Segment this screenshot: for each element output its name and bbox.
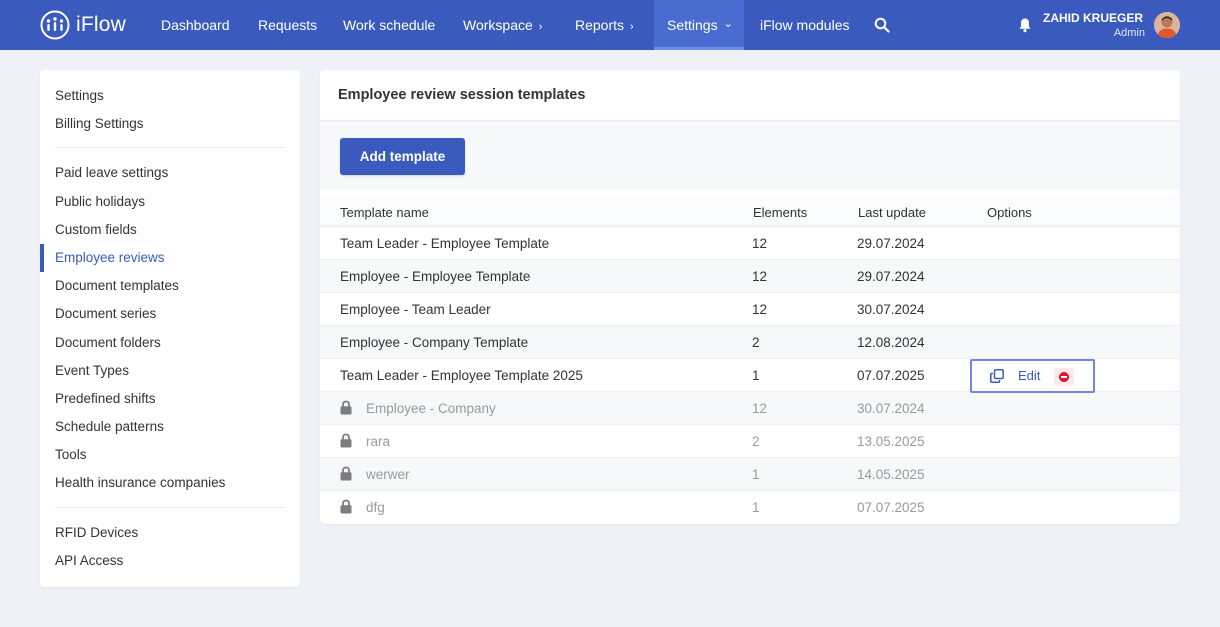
nav-label: Requests xyxy=(258,17,318,33)
sidebar-item-paid-leave-settings[interactable]: Paid leave settings xyxy=(55,161,168,185)
last-update: 07.07.2025 xyxy=(857,500,925,515)
table-row[interactable]: Employee - Employee Template 12 29.07.20… xyxy=(320,260,1180,293)
user-role: Admin xyxy=(1113,27,1145,39)
last-update: 30.07.2024 xyxy=(857,401,925,416)
elements-count: 1 xyxy=(752,368,760,383)
last-update: 13.05.2025 xyxy=(857,434,925,449)
template-name[interactable]: Team Leader - Employee Template 2025 xyxy=(340,368,583,383)
sidebar-item-health-insurance-companies[interactable]: Health insurance companies xyxy=(55,471,225,495)
nav-iflow-modules[interactable]: iFlow modules xyxy=(760,0,849,50)
sidebar-item-billing-settings[interactable]: Billing Settings xyxy=(55,112,144,136)
user-name[interactable]: ZAHID KRUEGER xyxy=(1043,11,1143,25)
delete-icon[interactable] xyxy=(1054,368,1074,386)
edit-button[interactable]: Edit xyxy=(1018,368,1040,383)
template-name: werwer xyxy=(366,467,410,482)
nav-label: Work schedule xyxy=(343,17,436,33)
column-header-options: Options xyxy=(987,205,1032,220)
elements-count: 1 xyxy=(752,467,760,482)
add-template-button[interactable]: Add template xyxy=(340,138,465,175)
sidebar-divider xyxy=(55,507,284,508)
column-header-last-update[interactable]: Last update xyxy=(858,205,926,220)
table-row[interactable]: Employee - Team Leader 12 30.07.2024 xyxy=(320,293,1180,326)
last-update: 07.07.2025 xyxy=(857,368,925,383)
last-update: 29.07.2024 xyxy=(857,269,925,284)
lock-icon xyxy=(340,466,352,481)
template-name: rara xyxy=(366,434,391,449)
elements-count: 12 xyxy=(752,401,768,416)
sidebar-item-document-folders[interactable]: Document folders xyxy=(55,331,161,355)
elements-count: 12 xyxy=(752,236,768,251)
bell-icon[interactable] xyxy=(1018,17,1032,33)
table-row[interactable]: Employee - Company Template 2 12.08.2024 xyxy=(320,326,1180,359)
table-row-locked[interactable]: werwer 1 14.05.2025 xyxy=(320,458,1180,491)
search-icon[interactable] xyxy=(874,17,890,33)
sidebar-item-settings[interactable]: Settings xyxy=(55,84,104,108)
sidebar-item-event-types[interactable]: Event Types xyxy=(55,359,129,383)
nav-label: Settings xyxy=(667,17,718,33)
row-options: Edit xyxy=(970,359,1095,393)
app-name: iFlow xyxy=(76,13,127,36)
nav-settings[interactable]: Settings ⌄ xyxy=(654,0,744,50)
sidebar-item-predefined-shifts[interactable]: Predefined shifts xyxy=(55,387,156,411)
sidebar-item-document-series[interactable]: Document series xyxy=(55,302,156,326)
nav-reports[interactable]: Reports › xyxy=(575,0,634,50)
app-logo[interactable]: iFlow xyxy=(40,9,126,41)
sidebar-item-tools[interactable]: Tools xyxy=(55,443,87,467)
nav-workspace[interactable]: Workspace › xyxy=(463,0,542,50)
template-name[interactable]: Team Leader - Employee Template xyxy=(340,236,549,251)
nav-work-schedule[interactable]: Work schedule xyxy=(343,0,435,50)
column-header-elements[interactable]: Elements xyxy=(753,205,807,220)
last-update: 12.08.2024 xyxy=(857,335,925,350)
sidebar-item-document-templates[interactable]: Document templates xyxy=(55,274,179,298)
copy-icon[interactable] xyxy=(990,369,1004,383)
last-update: 29.07.2024 xyxy=(857,236,925,251)
sidebar-item-schedule-patterns[interactable]: Schedule patterns xyxy=(55,415,164,439)
chevron-right-icon: › xyxy=(538,21,543,33)
lock-icon xyxy=(340,499,352,514)
templates-card: Employee review session templates Add te… xyxy=(320,70,1180,524)
template-name: Employee - Company xyxy=(366,401,496,416)
table-row-locked[interactable]: Employee - Company 12 30.07.2024 xyxy=(320,392,1180,425)
table-row-locked[interactable]: rara 2 13.05.2025 xyxy=(320,425,1180,458)
elements-count: 12 xyxy=(752,302,768,317)
template-name[interactable]: Employee - Company Template xyxy=(340,335,528,350)
nav-requests[interactable]: Requests xyxy=(258,0,317,50)
chevron-down-icon: ⌄ xyxy=(723,18,733,30)
avatar[interactable] xyxy=(1154,12,1180,38)
template-name: dfg xyxy=(366,500,385,515)
elements-count: 2 xyxy=(752,434,760,449)
template-name[interactable]: Employee - Team Leader xyxy=(340,302,491,317)
last-update: 14.05.2025 xyxy=(857,467,925,482)
lock-icon xyxy=(340,433,352,448)
elements-count: 1 xyxy=(752,500,760,515)
column-header-template-name[interactable]: Template name xyxy=(340,205,429,220)
nav-label: Workspace xyxy=(463,17,533,33)
elements-count: 2 xyxy=(752,335,760,350)
table-header: Template name Elements Last update Optio… xyxy=(320,196,1180,227)
sidebar-divider xyxy=(55,147,284,148)
avatar-image xyxy=(1154,12,1180,38)
page-title: Employee review session templates xyxy=(338,87,586,103)
nav-label: Dashboard xyxy=(161,17,230,33)
lock-icon xyxy=(340,400,352,415)
template-name[interactable]: Employee - Employee Template xyxy=(340,269,530,284)
sidebar-item-api-access[interactable]: API Access xyxy=(55,549,123,573)
nav-label: Reports xyxy=(575,17,625,33)
chevron-right-icon: › xyxy=(630,21,634,33)
top-navbar: iFlow Dashboard Requests Work schedule W… xyxy=(0,0,1220,50)
sidebar-item-rfid-devices[interactable]: RFID Devices xyxy=(55,521,138,545)
sidebar-item-employee-reviews[interactable]: Employee reviews xyxy=(55,246,165,270)
nav-dashboard[interactable]: Dashboard xyxy=(161,0,230,50)
settings-sidebar: Settings Billing Settings Paid leave set… xyxy=(40,70,300,587)
table-row-locked[interactable]: dfg 1 07.07.2025 xyxy=(320,491,1180,524)
table-row[interactable]: Team Leader - Employee Template 12 29.07… xyxy=(320,227,1180,260)
elements-count: 12 xyxy=(752,269,768,284)
sidebar-item-custom-fields[interactable]: Custom fields xyxy=(55,218,137,242)
iflow-logo-icon xyxy=(40,10,70,40)
sidebar-item-public-holidays[interactable]: Public holidays xyxy=(55,190,145,214)
nav-label: iFlow modules xyxy=(760,17,850,33)
last-update: 30.07.2024 xyxy=(857,302,925,317)
sidebar-active-marker xyxy=(40,244,44,272)
